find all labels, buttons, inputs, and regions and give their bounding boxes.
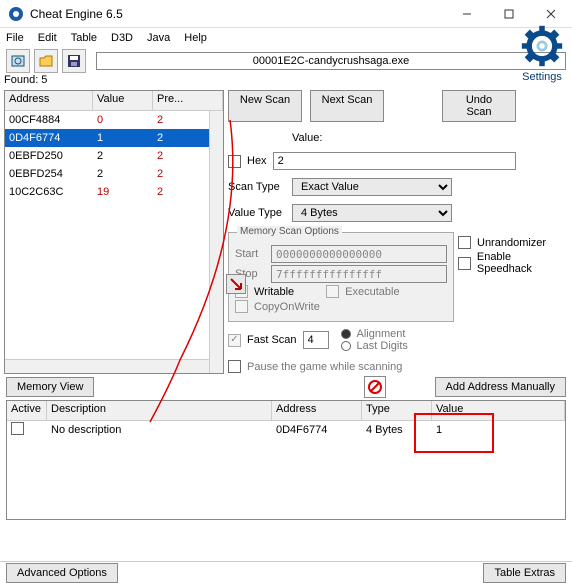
ct-desc[interactable]: No description (47, 424, 272, 436)
save-button[interactable] (62, 49, 86, 73)
advanced-options-button[interactable]: Advanced Options (6, 563, 118, 583)
valuetype-select[interactable]: 4 Bytes (292, 204, 452, 222)
copyonwrite-checkbox[interactable] (235, 300, 248, 313)
hex-checkbox[interactable] (228, 155, 241, 168)
scrollbar-vertical[interactable] (209, 111, 223, 373)
menu-file[interactable]: File (6, 32, 24, 44)
results-grid[interactable]: Address Value Pre... 00CF4884020D4F67741… (4, 90, 224, 374)
hex-label: Hex (247, 155, 267, 167)
copyonwrite-label: CopyOnWrite (254, 301, 320, 313)
writable-label: Writable (254, 286, 294, 298)
executable-label: Executable (345, 286, 399, 298)
found-count: Found: 5 (4, 74, 224, 90)
results-row[interactable]: 00CF488402 (5, 111, 223, 129)
scrollbar-horizontal[interactable] (5, 359, 209, 373)
fastscan-label: Fast Scan (247, 334, 297, 346)
col-active[interactable]: Active (7, 401, 47, 420)
col-address[interactable]: Address (5, 91, 93, 110)
pause-checkbox[interactable] (228, 360, 241, 373)
menu-java[interactable]: Java (147, 32, 170, 44)
results-row[interactable]: 10C2C63C192 (5, 183, 223, 201)
valuetype-label: Value Type (228, 207, 286, 219)
toolbar: 00001E2C-candycrushsaga.exe (0, 48, 572, 74)
results-header: Address Value Pre... (5, 91, 223, 111)
clear-list-button[interactable] (364, 376, 386, 398)
col-previous[interactable]: Pre... (153, 91, 223, 110)
results-row[interactable]: 0EBFD25422 (5, 165, 223, 183)
alignment-label: Alignment (357, 328, 406, 340)
table-extras-button[interactable]: Table Extras (483, 563, 566, 583)
scantype-select[interactable]: Exact Value (292, 178, 452, 196)
annotation-redbox (414, 413, 494, 453)
unrandomizer-label: Unrandomizer (477, 237, 546, 249)
window-title: Cheat Engine 6.5 (30, 7, 446, 21)
memory-view-button[interactable]: Memory View (6, 377, 94, 397)
pause-label: Pause the game while scanning (247, 361, 402, 373)
undo-scan-button[interactable]: Undo Scan (442, 90, 516, 122)
col-description[interactable]: Description (47, 401, 272, 420)
add-to-list-button[interactable] (226, 274, 246, 294)
results-row[interactable]: 0EBFD25022 (5, 147, 223, 165)
mso-legend: Memory Scan Options (237, 226, 342, 237)
speedhack-checkbox[interactable] (458, 257, 471, 270)
col-value[interactable]: Value (93, 91, 153, 110)
menu-edit[interactable]: Edit (38, 32, 57, 44)
open-file-button[interactable] (34, 49, 58, 73)
results-row[interactable]: 0D4F677412 (5, 129, 223, 147)
scantype-label: Scan Type (228, 181, 286, 193)
next-scan-button[interactable]: Next Scan (310, 90, 384, 122)
app-icon (8, 6, 24, 22)
lastdigits-radio[interactable] (341, 341, 351, 351)
menu-bar: File Edit Table D3D Java Help (0, 28, 572, 48)
process-name: 00001E2C-candycrushsaga.exe (253, 55, 410, 67)
stop-input[interactable] (271, 265, 447, 283)
alignment-radio[interactable] (341, 329, 351, 339)
col-ct-address[interactable]: Address (272, 401, 362, 420)
minimize-button[interactable] (446, 0, 488, 28)
menu-table[interactable]: Table (71, 32, 97, 44)
speedhack-label: Enable Speedhack (477, 251, 568, 275)
menu-d3d[interactable]: D3D (111, 32, 133, 44)
lastdigits-label: Last Digits (357, 340, 408, 352)
value-input[interactable] (273, 152, 516, 170)
menu-help[interactable]: Help (184, 32, 207, 44)
add-address-manually-button[interactable]: Add Address Manually (435, 377, 566, 397)
fastscan-checkbox[interactable] (228, 334, 241, 347)
start-label: Start (235, 248, 265, 260)
start-input[interactable] (271, 245, 447, 263)
active-checkbox[interactable] (11, 422, 24, 435)
open-process-button[interactable] (6, 49, 30, 73)
unrandomizer-checkbox[interactable] (458, 236, 471, 249)
new-scan-button[interactable]: New Scan (228, 90, 302, 122)
ct-addr[interactable]: 0D4F6774 (272, 424, 362, 436)
value-label: Value: (292, 132, 322, 144)
memory-scan-options-frame: Memory Scan Options Start Stop Writable … (228, 232, 454, 322)
executable-checkbox[interactable] (326, 285, 339, 298)
title-bar: Cheat Engine 6.5 (0, 0, 572, 28)
process-name-box: 00001E2C-candycrushsaga.exe (96, 52, 566, 70)
fastscan-input[interactable] (303, 331, 329, 349)
